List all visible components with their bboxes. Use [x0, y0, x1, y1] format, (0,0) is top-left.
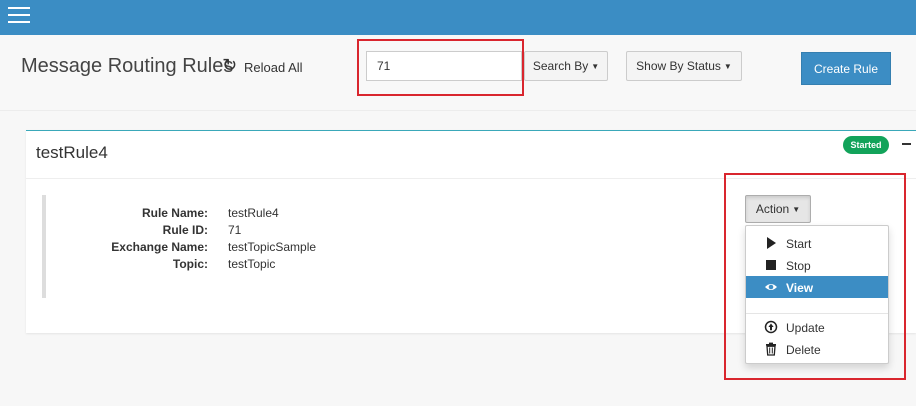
- search-by-label: Search By: [532, 59, 589, 73]
- menu-item-update-label: Update: [786, 321, 825, 335]
- hamburger-menu-icon[interactable]: [8, 7, 30, 27]
- reload-all-link[interactable]: Reload All: [244, 60, 303, 75]
- caret-down-icon: ▼: [792, 205, 801, 214]
- create-rule-button[interactable]: Create Rule: [801, 52, 891, 85]
- stop-icon: [766, 260, 776, 270]
- menu-item-start[interactable]: Start: [746, 232, 888, 254]
- action-button-label: Action: [755, 202, 790, 216]
- rule-id-value: 71: [228, 223, 242, 237]
- show-by-status-dropdown[interactable]: Show By Status ▼: [626, 51, 742, 81]
- search-by-dropdown[interactable]: Search By ▼: [524, 51, 608, 81]
- play-icon: [767, 237, 776, 249]
- menu-item-stop[interactable]: Stop: [746, 254, 888, 276]
- search-input[interactable]: [366, 51, 522, 81]
- page-header: Message Routing Rules ↻ Reload All Searc…: [0, 35, 916, 111]
- collapse-minus-icon[interactable]: [902, 143, 911, 145]
- menu-item-delete[interactable]: Delete: [746, 338, 888, 360]
- rule-id-label: Rule ID:: [162, 223, 208, 237]
- topic-label: Topic:: [172, 257, 208, 271]
- reload-icon[interactable]: ↻: [222, 55, 237, 76]
- show-by-status-label: Show By Status: [636, 59, 721, 73]
- rule-name-label: Rule Name:: [141, 206, 208, 220]
- card-divider: [26, 178, 916, 179]
- status-badge: Started: [843, 136, 889, 154]
- details-accent-bar: [42, 195, 46, 298]
- menu-item-start-label: Start: [786, 237, 812, 251]
- page-title: Message Routing Rules: [21, 55, 234, 77]
- top-navbar: [0, 0, 916, 35]
- rule-card-title: testRule4: [36, 143, 108, 162]
- menu-item-view-label: View: [786, 281, 814, 295]
- menu-item-stop-label: Stop: [786, 259, 811, 273]
- rule-card: testRule4 Started Rule Name: testRule4 R…: [26, 130, 916, 364]
- menu-divider: [746, 313, 888, 314]
- menu-item-update[interactable]: Update: [746, 316, 888, 338]
- menu-item-view[interactable]: View: [746, 276, 888, 298]
- caret-down-icon: ▼: [591, 62, 600, 71]
- action-dropdown-menu: Start Stop View Update Delete: [745, 225, 889, 364]
- eye-icon: [765, 284, 777, 290]
- action-dropdown-button[interactable]: Action ▼: [745, 195, 811, 223]
- menu-item-delete-label: Delete: [786, 343, 821, 357]
- trash-icon: [766, 342, 776, 356]
- arrow-up-circle-icon: [764, 320, 778, 334]
- exchange-name-label: Exchange Name:: [111, 240, 208, 254]
- topic-value: testTopic: [228, 257, 276, 271]
- caret-down-icon: ▼: [723, 62, 732, 71]
- exchange-name-value: testTopicSample: [228, 240, 317, 254]
- rule-name-value: testRule4: [228, 206, 279, 220]
